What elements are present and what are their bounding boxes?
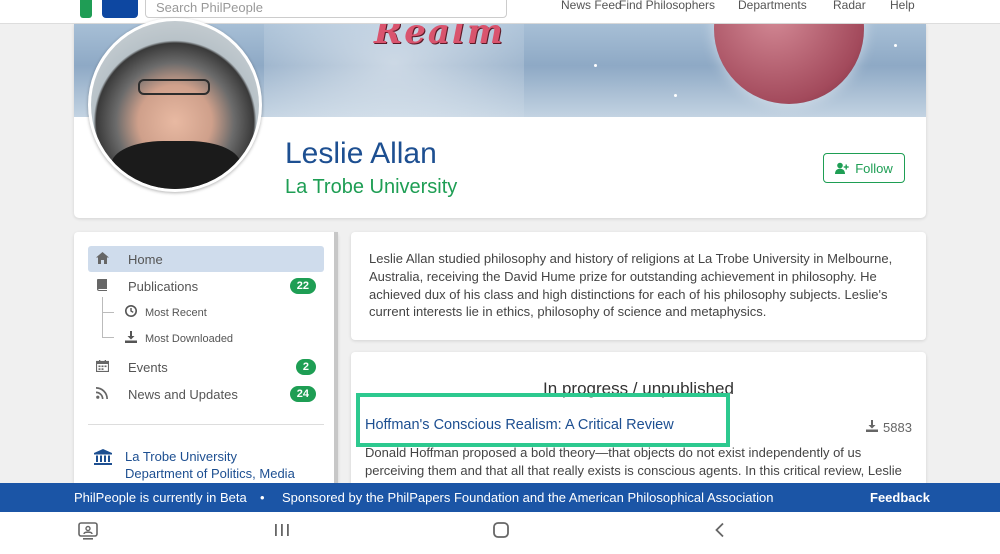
sidebar-tree-line [102, 297, 103, 337]
publication-abstract: Donald Hoffman proposed a bold theory—th… [365, 445, 902, 478]
feedback-link[interactable]: Feedback [870, 490, 930, 505]
sidebar-subitem-label: Most Recent [145, 306, 207, 319]
nav-help[interactable]: Help [890, 0, 915, 15]
institution-icon [94, 449, 112, 469]
search-input[interactable] [145, 0, 507, 18]
nav-radar[interactable]: Radar [833, 0, 866, 15]
sidebar-item-news-and-updates[interactable]: News and Updates 24 [88, 381, 324, 407]
section-heading-in-progress: In progress / unpublished [543, 379, 734, 398]
sidebar-scrollbar[interactable] [334, 232, 338, 492]
home-button-icon[interactable] [493, 522, 509, 543]
sidebar-item-events[interactable]: Events 2 [88, 354, 324, 380]
publications-count-badge: 22 [289, 278, 316, 294]
beta-notice-bar: PhilPeople is currently in Beta • Sponso… [0, 483, 1000, 512]
beta-separator: • [260, 490, 265, 505]
avatar-shirt [111, 141, 241, 189]
user-plus-icon [835, 162, 849, 174]
institution-department[interactable]: Department of Politics, Media [125, 465, 295, 482]
rss-icon [88, 386, 128, 402]
bio-text: Leslie Allan studied philosophy and hist… [369, 251, 893, 320]
nav-departments[interactable]: Departments [738, 0, 807, 15]
profile-affiliation[interactable]: La Trobe University [285, 176, 457, 199]
banner-title: Realm [374, 24, 505, 52]
sidebar-divider [88, 424, 324, 425]
profile-name: Leslie Allan [285, 137, 437, 170]
download-count: 5883 [883, 420, 912, 435]
sidebar-tree-branch [102, 337, 114, 338]
home-icon [88, 251, 128, 267]
follow-button[interactable]: Follow [823, 153, 905, 183]
bio-card: Leslie Allan studied philosophy and hist… [351, 232, 926, 340]
recent-apps-icon[interactable] [274, 522, 290, 543]
download-icon [125, 331, 137, 346]
clock-icon [125, 305, 137, 320]
sidebar-item-label: Home [128, 251, 163, 267]
sidebar-item-home[interactable]: Home [88, 246, 324, 272]
follow-button-label: Follow [855, 160, 893, 176]
sidebar-item-publications[interactable]: Publications 22 [88, 273, 324, 299]
institution-name[interactable]: La Trobe University [125, 448, 295, 465]
banner-planet [714, 24, 864, 104]
download-icon [866, 420, 878, 435]
avatar-photo [91, 21, 259, 189]
book-icon [88, 278, 128, 294]
publication-title-link[interactable]: Hoffman's Conscious Realism: A Critical … [365, 417, 674, 433]
beta-notice-text: PhilPeople is currently in Beta [74, 490, 247, 505]
philpeople-logo-right[interactable] [102, 0, 138, 18]
back-icon[interactable] [714, 522, 726, 543]
publication-downloads: 5883 [866, 420, 912, 435]
calendar-icon [88, 359, 128, 375]
sidebar-item-label: News and Updates [128, 386, 238, 402]
nav-news-feed[interactable]: News Feed [561, 0, 622, 15]
avatar-glasses [138, 79, 210, 95]
nav-find-philosophers[interactable]: Find Philosophers [619, 0, 715, 15]
philpeople-logo-left[interactable] [80, 0, 92, 18]
events-count-badge: 2 [295, 359, 316, 375]
banner-star [594, 64, 597, 67]
banner-star [674, 94, 677, 97]
sidebar-subitem-label: Most Downloaded [145, 332, 234, 345]
sidebar-item-label: Publications [128, 278, 199, 294]
banner-star [894, 44, 897, 47]
sidebar-subitem-most-downloaded[interactable]: Most Downloaded [125, 331, 233, 346]
profile-avatar[interactable] [88, 18, 262, 192]
system-navigation-bar [0, 512, 1000, 554]
sidebar-institution[interactable]: La Trobe University Department of Politi… [125, 448, 295, 482]
screenshot-icon[interactable] [78, 522, 98, 545]
sidebar-tree-branch [102, 312, 114, 313]
sponsor-text: Sponsored by the PhilPapers Foundation a… [282, 490, 774, 505]
sidebar-subitem-most-recent[interactable]: Most Recent [125, 305, 207, 320]
sidebar-item-label: Events [128, 359, 168, 375]
news-count-badge: 24 [289, 386, 316, 402]
